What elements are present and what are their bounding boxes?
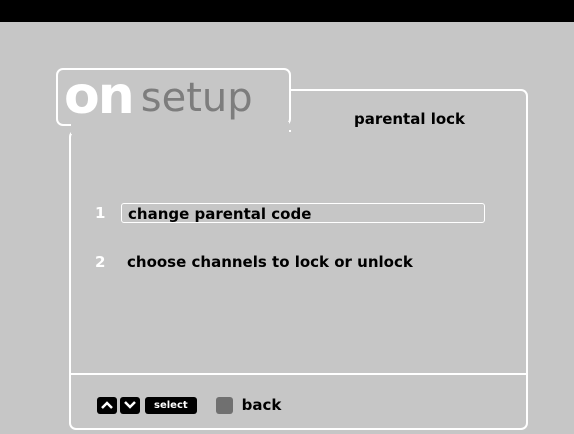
chevron-up-icon[interactable] [97, 396, 117, 414]
chevron-down-icon[interactable] [120, 396, 140, 414]
logo-on: on [64, 66, 135, 126]
logo-section: setup [140, 75, 253, 121]
menu-item-label: choose channels to lock or unlock [127, 253, 413, 271]
menu-item-change-code[interactable]: 1 change parental code [95, 202, 485, 224]
menu-item-number: 1 [95, 204, 106, 222]
menu-panel [69, 130, 528, 430]
tv-screen: on setup parental lock 1 change parental… [0, 22, 574, 434]
menu-item-number: 2 [95, 253, 106, 271]
brand-logo: on setup [64, 70, 253, 124]
menu-item-label: change parental code [121, 203, 485, 223]
footer-legend: select back [97, 395, 281, 415]
select-button[interactable]: select [145, 396, 197, 414]
footer-divider [71, 373, 526, 375]
back-button-icon[interactable] [215, 396, 233, 414]
menu-item-choose-channels[interactable]: 2 choose channels to lock or unlock [95, 251, 419, 273]
back-label: back [241, 396, 282, 414]
page-title: parental lock [353, 110, 466, 128]
